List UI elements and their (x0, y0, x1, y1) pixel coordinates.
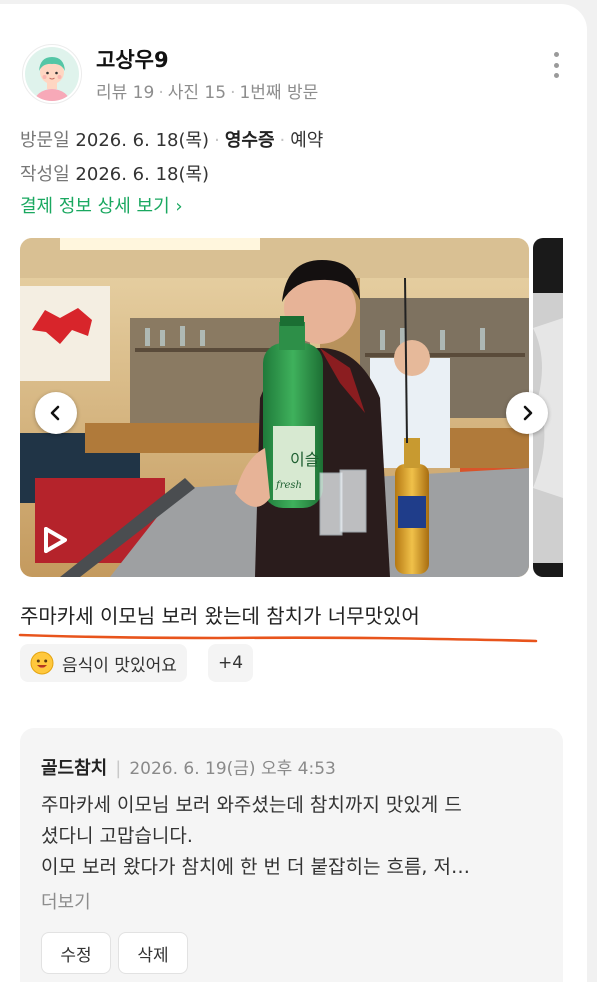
written-date: 2026. 6. 18(목) (75, 164, 210, 185)
visit-info: 방문일 2026. 6. 18(목) · 영수증 · 예약 (20, 130, 324, 151)
more-options-icon[interactable] (549, 52, 563, 78)
edit-button[interactable]: 수정 (41, 932, 111, 974)
taste-tag-chip[interactable]: 음식이 맛있어요 (20, 644, 187, 682)
user-avatar-icon (25, 47, 79, 101)
username[interactable]: 고상우9 (96, 44, 169, 74)
written-date-label: 작성일 (20, 164, 70, 185)
review-count: 리뷰 19 (96, 83, 155, 103)
reply-line: 셨다니 고맙습니다. (41, 825, 193, 847)
owner-reply: 골드참치 | 2026. 6. 19(금) 오후 4:53 주마카세 이모님 보러 … (20, 728, 563, 982)
read-more-link[interactable]: 더보기 (41, 888, 91, 914)
receipt-verified: 영수증 (224, 130, 275, 151)
svg-text:fresh: fresh (275, 480, 302, 491)
avatar[interactable] (22, 44, 82, 104)
smile-emoji-icon (30, 651, 54, 675)
reply-header: 골드참치 | 2026. 6. 19(금) 오후 4:53 (41, 758, 336, 779)
review-photo[interactable]: 이슬 fresh (20, 238, 529, 577)
booking-label: 예약 (290, 130, 324, 151)
play-icon[interactable] (42, 526, 68, 558)
visit-date: 2026. 6. 18(목) (75, 130, 210, 151)
reply-date: 2026. 6. 19(금) 오후 4:53 (129, 759, 336, 779)
more-tags-chip[interactable]: +4 (208, 644, 254, 682)
visit-count: 1번째 방문 (239, 83, 319, 103)
tag-label: 음식이 맛있어요 (62, 655, 177, 676)
photo-count: 사진 15 (167, 83, 227, 103)
reply-line: 이모 보러 왔다가 참치에 한 번 더 붙잡히는 흐름, 저… (41, 856, 470, 878)
owner-name: 골드참치 (41, 758, 108, 779)
reply-body: 주마카세 이모님 보러 와주셨는데 참치까지 맛있게 드 셨다니 고맙습니다. … (41, 790, 546, 883)
review-text: 주마카세 이모님 보러 왔는데 참치가 너무맛있어 (20, 604, 420, 628)
written-info: 작성일 2026. 6. 18(목) (20, 160, 209, 186)
delete-button[interactable]: 삭제 (118, 932, 188, 974)
user-stats: 리뷰 19 · 사진 15 · 1번째 방문 (96, 83, 319, 103)
visit-date-label: 방문일 (20, 130, 70, 151)
svg-text:이슬: 이슬 (290, 450, 319, 469)
chevron-left-icon[interactable] (35, 392, 77, 434)
chevron-right-icon[interactable] (506, 392, 548, 434)
reply-line: 주마카세 이모님 보러 와주셨는데 참치까지 맛있게 드 (41, 794, 462, 816)
payment-detail-link[interactable]: 결제 정보 상세 보기 › (20, 192, 183, 218)
